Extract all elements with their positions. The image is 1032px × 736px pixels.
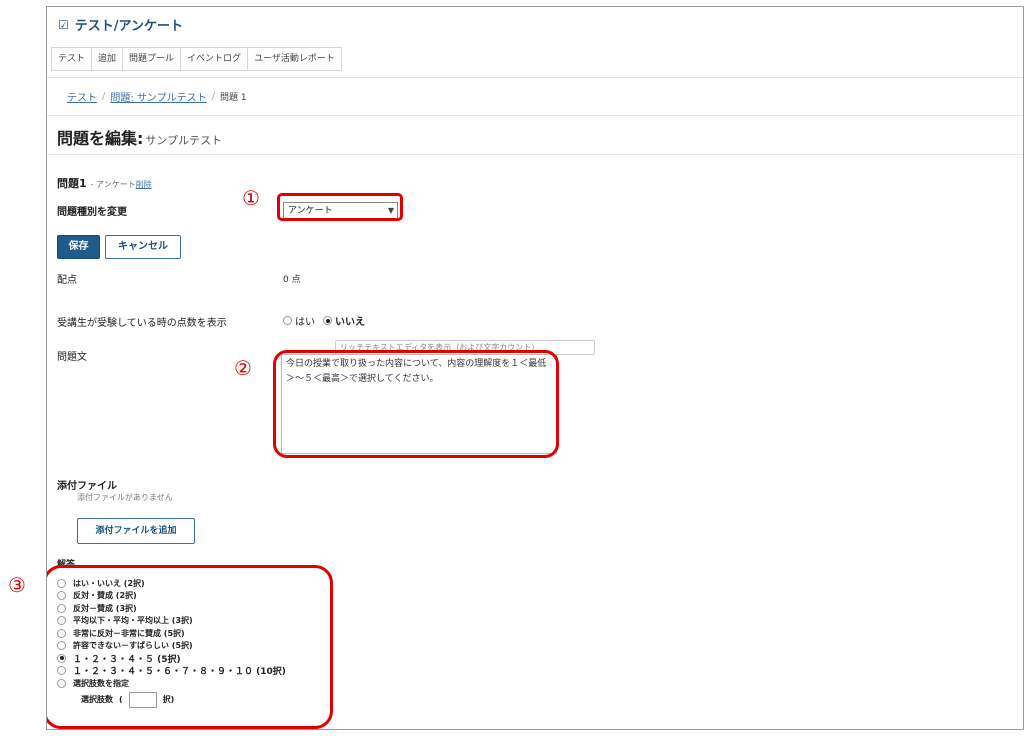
- divider: [47, 154, 1023, 155]
- checklist-icon: ☑: [58, 17, 69, 32]
- callout-box-2: [273, 350, 559, 458]
- divider: [47, 115, 1023, 116]
- radio-no[interactable]: [323, 316, 332, 325]
- tab-question-pool[interactable]: 問題プール: [123, 48, 182, 70]
- radio-yes[interactable]: [283, 316, 292, 325]
- callout-box-1: [277, 193, 403, 221]
- breadcrumb-separator: /: [102, 91, 106, 102]
- question-heading: 問題1- アンケート削除: [57, 175, 152, 191]
- divider: [47, 77, 1023, 78]
- question-text-label: 問題文: [57, 352, 87, 363]
- callout-box-3: [47, 565, 333, 729]
- page-title-text: 問題を編集:: [57, 129, 144, 148]
- breadcrumb-questions-link[interactable]: 問題: サンプルテスト: [110, 89, 206, 104]
- add-attachment-button[interactable]: 添付ファイルを追加: [77, 518, 195, 544]
- question-number: 問題1: [57, 177, 87, 190]
- save-button[interactable]: 保存: [57, 235, 100, 259]
- tab-event-log[interactable]: イベントログ: [181, 48, 249, 70]
- breadcrumb-test-link[interactable]: テスト: [67, 89, 97, 104]
- page-title: 問題を編集: サンプルテスト: [57, 125, 222, 149]
- attachments-label: 添付ファイル: [57, 481, 117, 492]
- points-label: 配点: [57, 275, 77, 286]
- tab-user-activity[interactable]: ユーザ活動レポート: [248, 48, 341, 70]
- show-score-yes-label: はい: [295, 317, 315, 328]
- breadcrumb-current: 問題 1: [220, 93, 247, 103]
- cancel-button[interactable]: キャンセル: [105, 235, 181, 259]
- delete-question-link[interactable]: 削除: [136, 180, 152, 189]
- show-score-yes[interactable]: はい: [283, 313, 315, 328]
- tool-title: ☑ テスト/アンケート: [58, 15, 183, 35]
- show-score-no[interactable]: いいえ: [323, 313, 365, 328]
- change-type-label: 問題種別を変更: [57, 207, 127, 218]
- show-score-no-label: いいえ: [335, 317, 365, 328]
- annotation-marker-3: ③: [8, 573, 26, 597]
- points-value: 0 点: [283, 275, 301, 285]
- page-subtitle: サンプルテスト: [145, 134, 223, 147]
- breadcrumb-separator: /: [211, 91, 215, 102]
- question-type-meta: - アンケート: [90, 180, 136, 189]
- tool-tabs: テスト 追加 問題プール イベントログ ユーザ活動レポート: [51, 47, 342, 71]
- annotation-marker-1: ①: [242, 186, 260, 210]
- show-score-label: 受講生が受験している時の点数を表示: [57, 318, 227, 329]
- breadcrumb: テスト / 問題: サンプルテスト / 問題 1: [67, 89, 247, 104]
- tool-title-text: テスト/アンケート: [74, 19, 183, 34]
- tab-add[interactable]: 追加: [92, 48, 124, 70]
- tab-test[interactable]: テスト: [52, 48, 93, 70]
- attachments-empty: 添付ファイルがありません: [77, 493, 173, 502]
- show-score-options: はい いいえ: [283, 313, 365, 328]
- annotation-marker-2: ②: [234, 356, 252, 380]
- main-panel: ☑ テスト/アンケート テスト 追加 問題プール イベントログ ユーザ活動レポー…: [46, 6, 1024, 730]
